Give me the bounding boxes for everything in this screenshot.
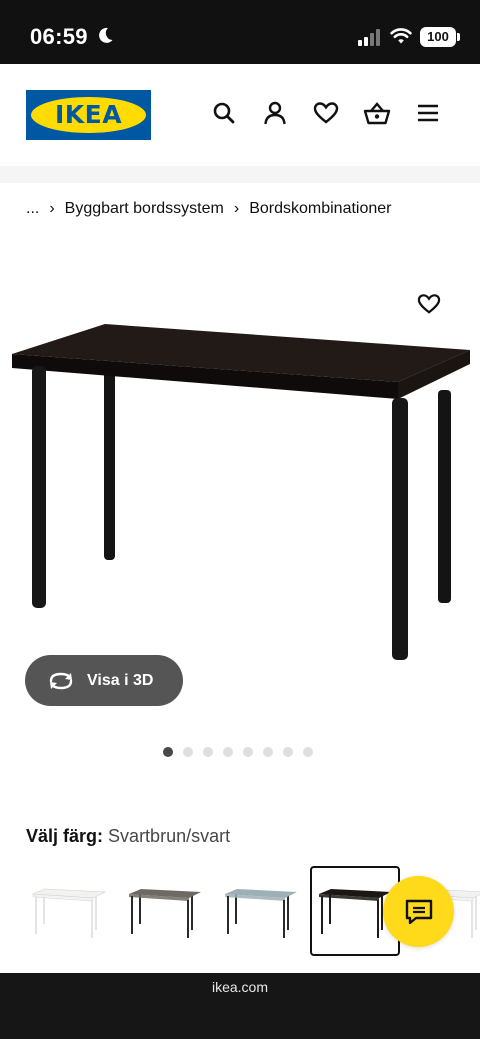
color-swatch-blue-gray[interactable] [216, 866, 306, 956]
profile-icon[interactable] [260, 98, 290, 128]
color-swatch-gray-black[interactable] [120, 866, 210, 956]
heart-icon[interactable] [311, 98, 341, 128]
breadcrumb: ... › Byggbart bordssystem › Bordskombin… [26, 200, 391, 218]
carousel-dot[interactable] [263, 747, 273, 757]
url-text: ikea.com [211, 979, 269, 995]
site-header: IKEA [0, 64, 480, 166]
chat-icon [405, 899, 432, 924]
color-selector-label: Välj färg: Svartbrun/svart [26, 826, 230, 847]
breadcrumb-link-bordskombinationer[interactable]: Bordskombinationer [249, 200, 391, 218]
desk-thumbnail [319, 889, 391, 938]
carousel-indicator [163, 747, 313, 757]
carousel-dot[interactable] [163, 747, 173, 757]
carousel-dot[interactable] [303, 747, 313, 757]
carousel-dot[interactable] [223, 747, 233, 757]
wifi-icon [390, 28, 412, 44]
desk-thumbnail [225, 889, 297, 938]
status-bar: 06:59 100 [0, 0, 480, 64]
search-icon[interactable] [209, 98, 239, 128]
view-in-3d-label: Visa i 3D [87, 671, 154, 689]
cellular-signal-icon [358, 28, 380, 46]
rotate-3d-icon [47, 670, 75, 692]
moon-icon [99, 27, 113, 43]
browser-address-bar[interactable]: ikea.com [0, 973, 480, 1039]
header-divider [0, 166, 480, 183]
ikea-logo[interactable]: IKEA [26, 90, 151, 140]
basket-icon[interactable] [362, 98, 392, 128]
menu-icon[interactable] [413, 98, 443, 128]
status-time: 06:59 [30, 24, 88, 49]
carousel-dot[interactable] [183, 747, 193, 757]
breadcrumb-separator: › [49, 200, 55, 217]
logo-text: IKEA [54, 100, 123, 129]
desk-image[interactable] [0, 318, 480, 668]
breadcrumb-ellipsis[interactable]: ... [26, 200, 39, 218]
carousel-dot[interactable] [243, 747, 253, 757]
chat-button[interactable] [383, 876, 454, 947]
favorite-button[interactable] [414, 290, 444, 318]
breadcrumb-separator: › [233, 200, 240, 217]
desk-thumbnail [129, 889, 201, 938]
color-swatch-white[interactable] [24, 866, 114, 956]
desk-thumbnail [32, 888, 107, 938]
battery-icon: 100 [420, 27, 460, 47]
color-label-key: Välj färg: [26, 826, 104, 846]
carousel-dot[interactable] [203, 747, 213, 757]
color-label-value: Svartbrun/svart [108, 826, 231, 846]
view-in-3d-button[interactable]: Visa i 3D [25, 655, 183, 706]
heart-icon [417, 294, 441, 314]
breadcrumb-link-byggbart[interactable]: Byggbart bordssystem [65, 200, 224, 218]
carousel-dot[interactable] [283, 747, 293, 757]
